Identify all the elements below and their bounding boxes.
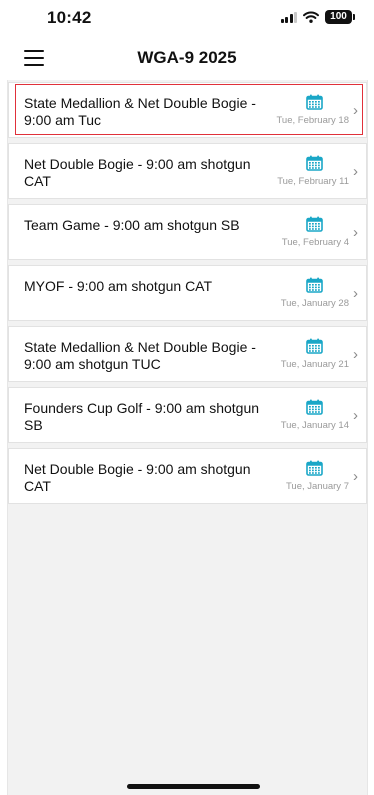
event-date: Tue, January 7 [285,481,349,492]
calendar-icon [306,277,323,293]
event-title: Net Double Bogie - 9:00 am shotgun CAT [24,461,251,494]
event-date: Tue, February 18 [276,115,349,126]
calendar-icon [306,460,323,476]
status-bar: 10:42 100 [0,0,374,36]
event-date: Tue, February 11 [277,176,349,187]
event-title: Net Double Bogie - 9:00 am shotgun CAT [24,156,251,189]
status-icons: 100 [280,10,355,24]
event-list-item[interactable]: MYOF - 9:00 am shotgun CAT Tue, January … [8,265,367,321]
page-title: WGA-9 2025 [137,48,237,67]
event-title: Team Game - 9:00 am shotgun SB [24,217,240,233]
chevron-right-icon: › [353,468,358,485]
chevron-right-icon: › [353,285,358,302]
wifi-icon [303,11,319,23]
event-title: Founders Cup Golf - 9:00 am shotgun SB [24,400,260,433]
event-list-container[interactable]: State Medallion & Net Double Bogie - 9:0… [7,80,368,795]
calendar-icon [306,216,323,232]
chevron-right-icon: › [353,224,358,241]
chevron-right-icon: › [353,102,358,119]
calendar-icon [306,155,323,171]
event-list-item[interactable]: Founders Cup Golf - 9:00 am shotgun SB T… [8,387,367,443]
event-date: Tue, January 21 [280,359,349,370]
battery-icon: 100 [325,10,355,24]
event-list-item[interactable]: State Medallion & Net Double Bogie - 9:0… [8,326,367,382]
event-list: State Medallion & Net Double Bogie - 9:0… [8,80,367,504]
chevron-right-icon: › [353,163,358,180]
event-title: State Medallion & Net Double Bogie - 9:0… [24,95,256,128]
event-date: Tue, January 28 [280,298,349,309]
chevron-right-icon: › [353,407,358,424]
event-list-item[interactable]: Team Game - 9:00 am shotgun SB Tue, Febr… [8,204,367,260]
event-date: Tue, January 14 [280,420,349,431]
cellular-signal-icon [280,11,297,23]
event-list-item[interactable]: Net Double Bogie - 9:00 am shotgun CAT T… [8,143,367,199]
status-time: 10:42 [47,8,92,27]
event-title: MYOF - 9:00 am shotgun CAT [24,278,213,294]
nav-bar: WGA-9 2025 [0,36,374,80]
calendar-icon [306,338,323,354]
event-list-item[interactable]: State Medallion & Net Double Bogie - 9:0… [8,82,367,138]
calendar-icon [306,94,323,110]
chevron-right-icon: › [353,346,358,363]
home-indicator[interactable] [127,784,260,789]
event-date: Tue, February 4 [281,237,349,248]
event-title: State Medallion & Net Double Bogie - 9:0… [24,339,256,372]
calendar-icon [306,399,323,415]
event-list-item[interactable]: Net Double Bogie - 9:00 am shotgun CAT T… [8,448,367,504]
